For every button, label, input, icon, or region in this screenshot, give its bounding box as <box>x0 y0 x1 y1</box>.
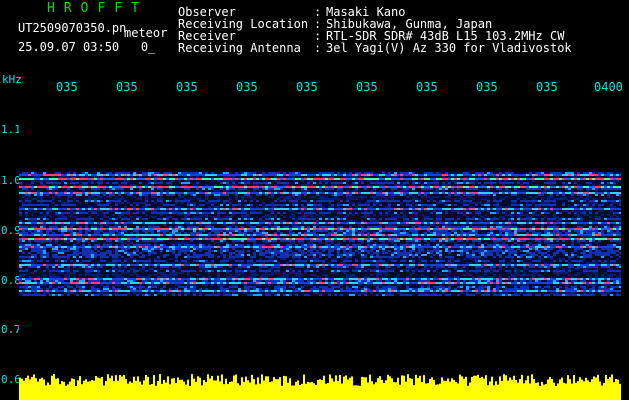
info-value: 3el Yagi(V) Az 330 for Vladivostok <box>326 41 572 55</box>
y-tick-label: 0.9 <box>1 224 21 237</box>
x-tick-label: 035 <box>356 80 378 94</box>
y-tick-label: 0.7 <box>1 323 21 336</box>
y-tick-label: 0.8 <box>1 274 21 287</box>
date-time: 25.09.07 03:50 0_ <box>18 40 156 54</box>
info-row-antenna: Receiving Antenna : 3el Yagi(V) Az 330 f… <box>178 42 572 54</box>
meteor-label: meteor <box>124 26 168 40</box>
y-tick-label: 0.6 <box>1 373 21 386</box>
x-tick-label: 035 <box>536 80 558 94</box>
x-tick-label: 0400 <box>594 80 623 94</box>
x-tick-label: 035 <box>56 80 78 94</box>
x-tick-label: 035 <box>416 80 438 94</box>
signal-band <box>19 172 621 296</box>
x-tick-label: 035 <box>176 80 198 94</box>
hrofft-logo: HROFFT <box>47 1 148 16</box>
y-tick-label: 1.1 <box>1 123 21 136</box>
x-tick-label: 035 <box>296 80 318 94</box>
spectrogram-canvas <box>19 96 621 400</box>
x-tick-label: 035 <box>116 80 138 94</box>
y-axis-unit: kHz <box>2 73 22 86</box>
x-tick-label: 035 <box>476 80 498 94</box>
x-tick-label: 035 <box>236 80 258 94</box>
y-tick-label: 1.0 <box>1 174 21 187</box>
file-name: UT2509070350.pn <box>18 21 127 35</box>
info-label: Receiving Antenna <box>178 41 301 55</box>
info-separator: : <box>314 41 322 55</box>
station-info: Observer : Masaki Kano Receiving Locatio… <box>178 6 572 54</box>
spectrogram <box>19 96 621 400</box>
